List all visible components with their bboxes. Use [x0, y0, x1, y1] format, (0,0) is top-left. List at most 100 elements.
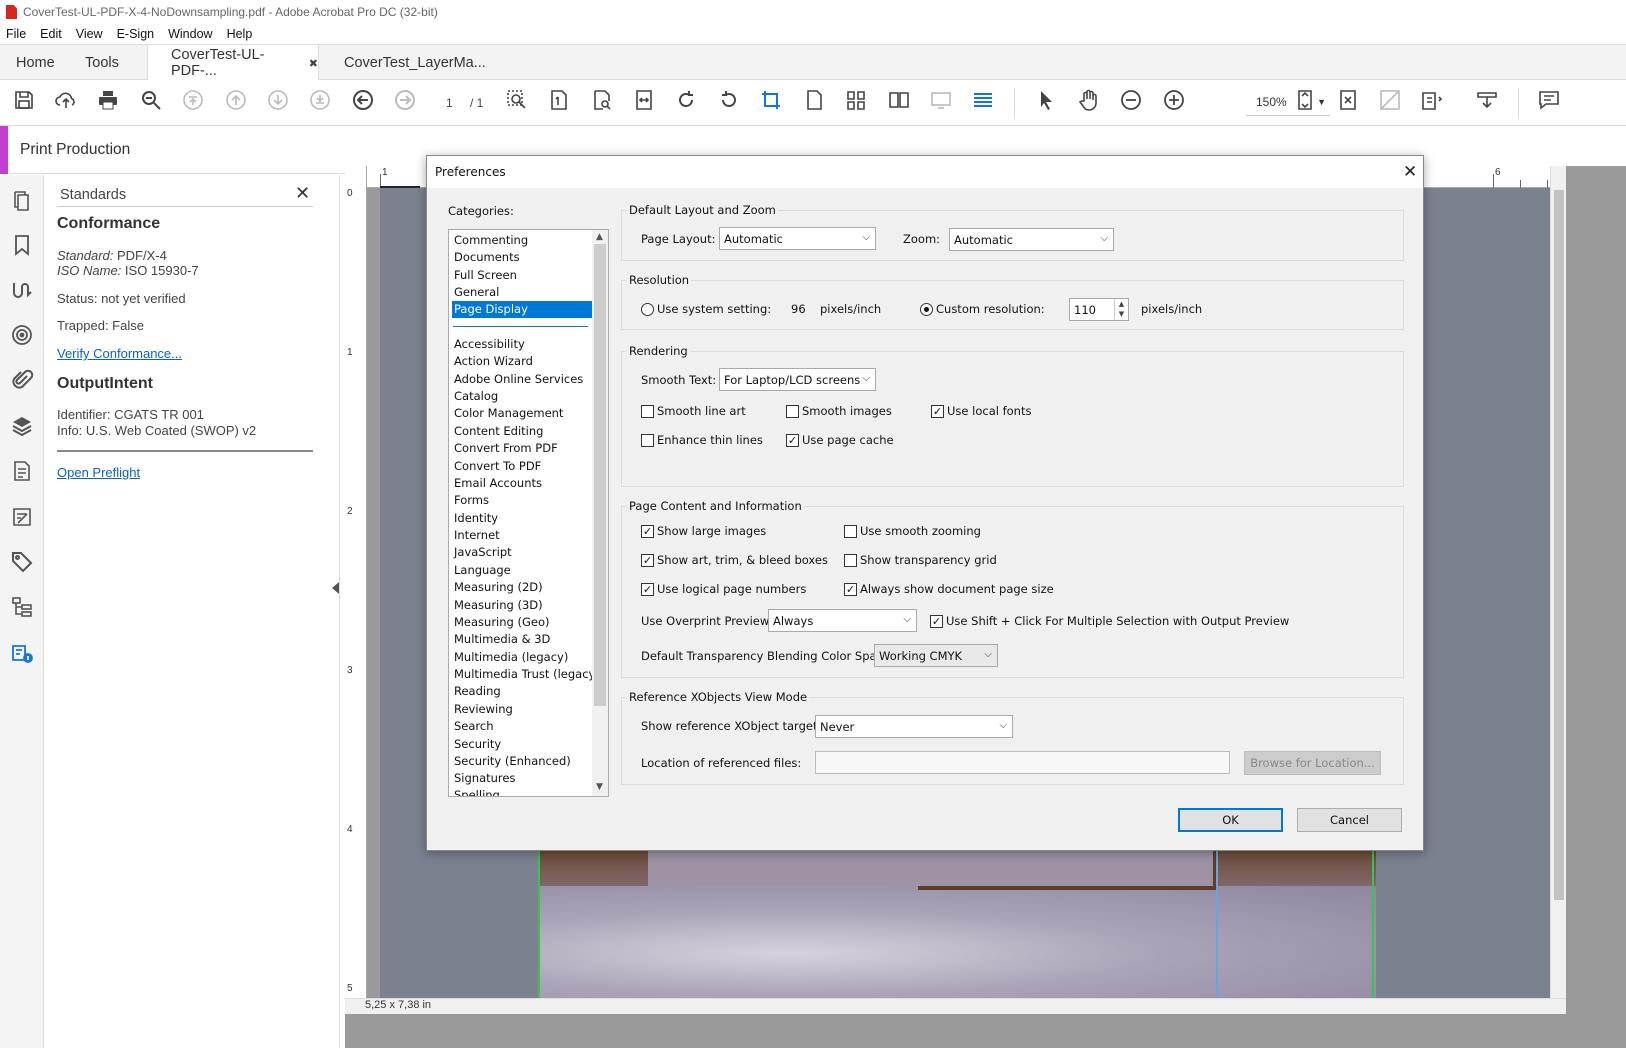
category-item[interactable]: Reviewing: [452, 701, 592, 718]
category-item[interactable]: Content Editing: [452, 423, 592, 440]
read-mode-icon[interactable]: [929, 88, 953, 112]
category-item-selected[interactable]: Page Display: [452, 301, 592, 318]
category-item[interactable]: Search: [452, 718, 592, 735]
first-page-icon[interactable]: [181, 88, 205, 112]
next-page-icon[interactable]: [266, 88, 290, 112]
tab-tools[interactable]: Tools: [85, 45, 119, 80]
category-item[interactable]: Measuring (Geo): [452, 614, 592, 631]
menu-edit[interactable]: Edit: [40, 27, 62, 41]
attachment-icon[interactable]: [10, 368, 34, 392]
category-item[interactable]: Color Management: [452, 405, 592, 422]
tag-icon[interactable]: [10, 550, 34, 574]
menu-window[interactable]: Window: [168, 27, 212, 41]
fit-page-icon[interactable]: [1293, 88, 1317, 112]
select-cursor-icon[interactable]: [1034, 88, 1058, 112]
rotate-counterclockwise-icon[interactable]: [717, 88, 741, 112]
menu-esign[interactable]: E-Sign: [117, 27, 155, 41]
system-setting-radio[interactable]: [641, 303, 654, 316]
category-item[interactable]: JavaScript: [452, 544, 592, 561]
save-icon[interactable]: [12, 88, 36, 112]
page-number-input[interactable]: 1: [446, 96, 453, 110]
browse-location-button[interactable]: Browse for Location...: [1244, 751, 1381, 775]
category-item[interactable]: Adobe Online Services: [452, 371, 592, 388]
marquee-zoom-icon[interactable]: [505, 88, 529, 112]
previous-page-icon[interactable]: [224, 88, 248, 112]
category-item[interactable]: Multimedia Trust (legacy): [452, 666, 600, 683]
category-item[interactable]: Convert From PDF: [452, 440, 592, 457]
show-transparency-grid-checkbox[interactable]: [844, 554, 857, 567]
show-hide-lines-icon[interactable]: [971, 88, 995, 112]
custom-resolution-radio[interactable]: [920, 303, 933, 316]
category-item[interactable]: Internet: [452, 527, 592, 544]
custom-resolution-stepper[interactable]: 110 ▲ ▼: [1069, 298, 1129, 321]
smooth-images-checkbox[interactable]: [786, 405, 799, 418]
page-number-icon[interactable]: [547, 88, 571, 112]
menu-file[interactable]: File: [6, 27, 26, 41]
categories-scrollbar[interactable]: ▲ ▼: [592, 230, 608, 796]
xobject-targets-select[interactable]: Never ⌵: [815, 715, 1013, 738]
layers-icon[interactable]: [10, 414, 34, 438]
stepper-arrows-icon[interactable]: ▲ ▼: [1114, 299, 1128, 320]
category-item[interactable]: Multimedia (legacy): [452, 649, 592, 666]
category-item[interactable]: Security: [452, 736, 592, 753]
zoom-in-icon[interactable]: [1162, 88, 1186, 112]
close-dialog-icon[interactable]: ✕: [1403, 162, 1417, 182]
category-item[interactable]: Documents: [452, 249, 592, 266]
category-item[interactable]: Commenting: [452, 232, 592, 249]
category-item[interactable]: Measuring (2D): [452, 579, 592, 596]
ok-button[interactable]: OK: [1178, 808, 1283, 832]
overprint-preview-select[interactable]: Always ⌵: [768, 609, 917, 632]
blending-color-space-select[interactable]: Working CMYK ⌵: [874, 644, 998, 667]
show-boxes-checkbox[interactable]: ✓: [641, 554, 654, 567]
zoom-level-dropdown[interactable]: 150% ▼: [1246, 88, 1330, 116]
use-local-fonts-checkbox[interactable]: ✓: [931, 405, 944, 418]
two-page-icon[interactable]: [887, 88, 911, 112]
smooth-text-select[interactable]: For Laptop/LCD screens ⌵: [719, 368, 876, 391]
category-item[interactable]: General: [452, 284, 592, 301]
show-large-images-checkbox[interactable]: ✓: [641, 525, 654, 538]
close-panel-icon[interactable]: ✕: [295, 183, 310, 204]
previous-view-icon[interactable]: [351, 88, 375, 112]
category-item[interactable]: Action Wizard: [452, 353, 592, 370]
comment-icon[interactable]: [1537, 88, 1561, 112]
category-item[interactable]: Signatures: [452, 770, 592, 787]
zoom-select[interactable]: Automatic ⌵: [949, 228, 1114, 251]
verify-conformance-link[interactable]: Verify Conformance...: [57, 346, 182, 361]
bookmark-icon[interactable]: [10, 233, 34, 257]
content-tree-icon[interactable]: [10, 595, 34, 619]
category-item[interactable]: Full Screen: [452, 267, 592, 284]
vertical-scrollbar[interactable]: [1550, 166, 1566, 998]
shift-click-selection-checkbox[interactable]: ✓: [930, 615, 943, 628]
scrollbar-thumb[interactable]: [1554, 190, 1564, 900]
open-preflight-link[interactable]: Open Preflight: [57, 465, 140, 480]
find-in-page-icon[interactable]: [590, 88, 614, 112]
logical-page-numbers-checkbox[interactable]: ✓: [641, 583, 654, 596]
scrollbar-thumb[interactable]: [594, 244, 606, 706]
category-item[interactable]: Reading: [452, 683, 592, 700]
tab-home[interactable]: Home: [16, 45, 55, 80]
stamp-icon[interactable]: [1475, 88, 1499, 112]
single-page-icon[interactable]: [802, 88, 826, 112]
actual-size-icon[interactable]: [1336, 88, 1360, 112]
category-item[interactable]: Security (Enhanced): [452, 753, 592, 770]
category-item[interactable]: Multimedia & 3D: [452, 631, 592, 648]
referenced-files-field[interactable]: [815, 751, 1230, 774]
scroll-up-icon[interactable]: ▲: [596, 232, 603, 242]
menu-help[interactable]: Help: [227, 27, 253, 41]
scrolling-pages-icon[interactable]: [844, 88, 868, 112]
category-item[interactable]: Language: [452, 562, 592, 579]
category-item[interactable]: Measuring (3D): [452, 597, 592, 614]
rotate-clockwise-icon[interactable]: [674, 88, 698, 112]
output-preview-icon[interactable]: [10, 323, 34, 347]
tab-document-2[interactable]: CoverTest_LayerMa...: [344, 45, 486, 80]
category-item[interactable]: Forms: [452, 492, 592, 509]
edit-document-icon[interactable]: [10, 505, 34, 529]
category-item[interactable]: Identity: [452, 510, 592, 527]
category-item[interactable]: Convert To PDF: [452, 458, 592, 475]
scroll-down-icon[interactable]: ▼: [596, 782, 603, 792]
compare-icon[interactable]: [1378, 88, 1402, 112]
hand-tool-icon[interactable]: [1077, 88, 1101, 112]
category-item[interactable]: Accessibility: [452, 336, 592, 353]
cancel-button[interactable]: Cancel: [1297, 808, 1402, 832]
print-icon[interactable]: [96, 88, 120, 112]
